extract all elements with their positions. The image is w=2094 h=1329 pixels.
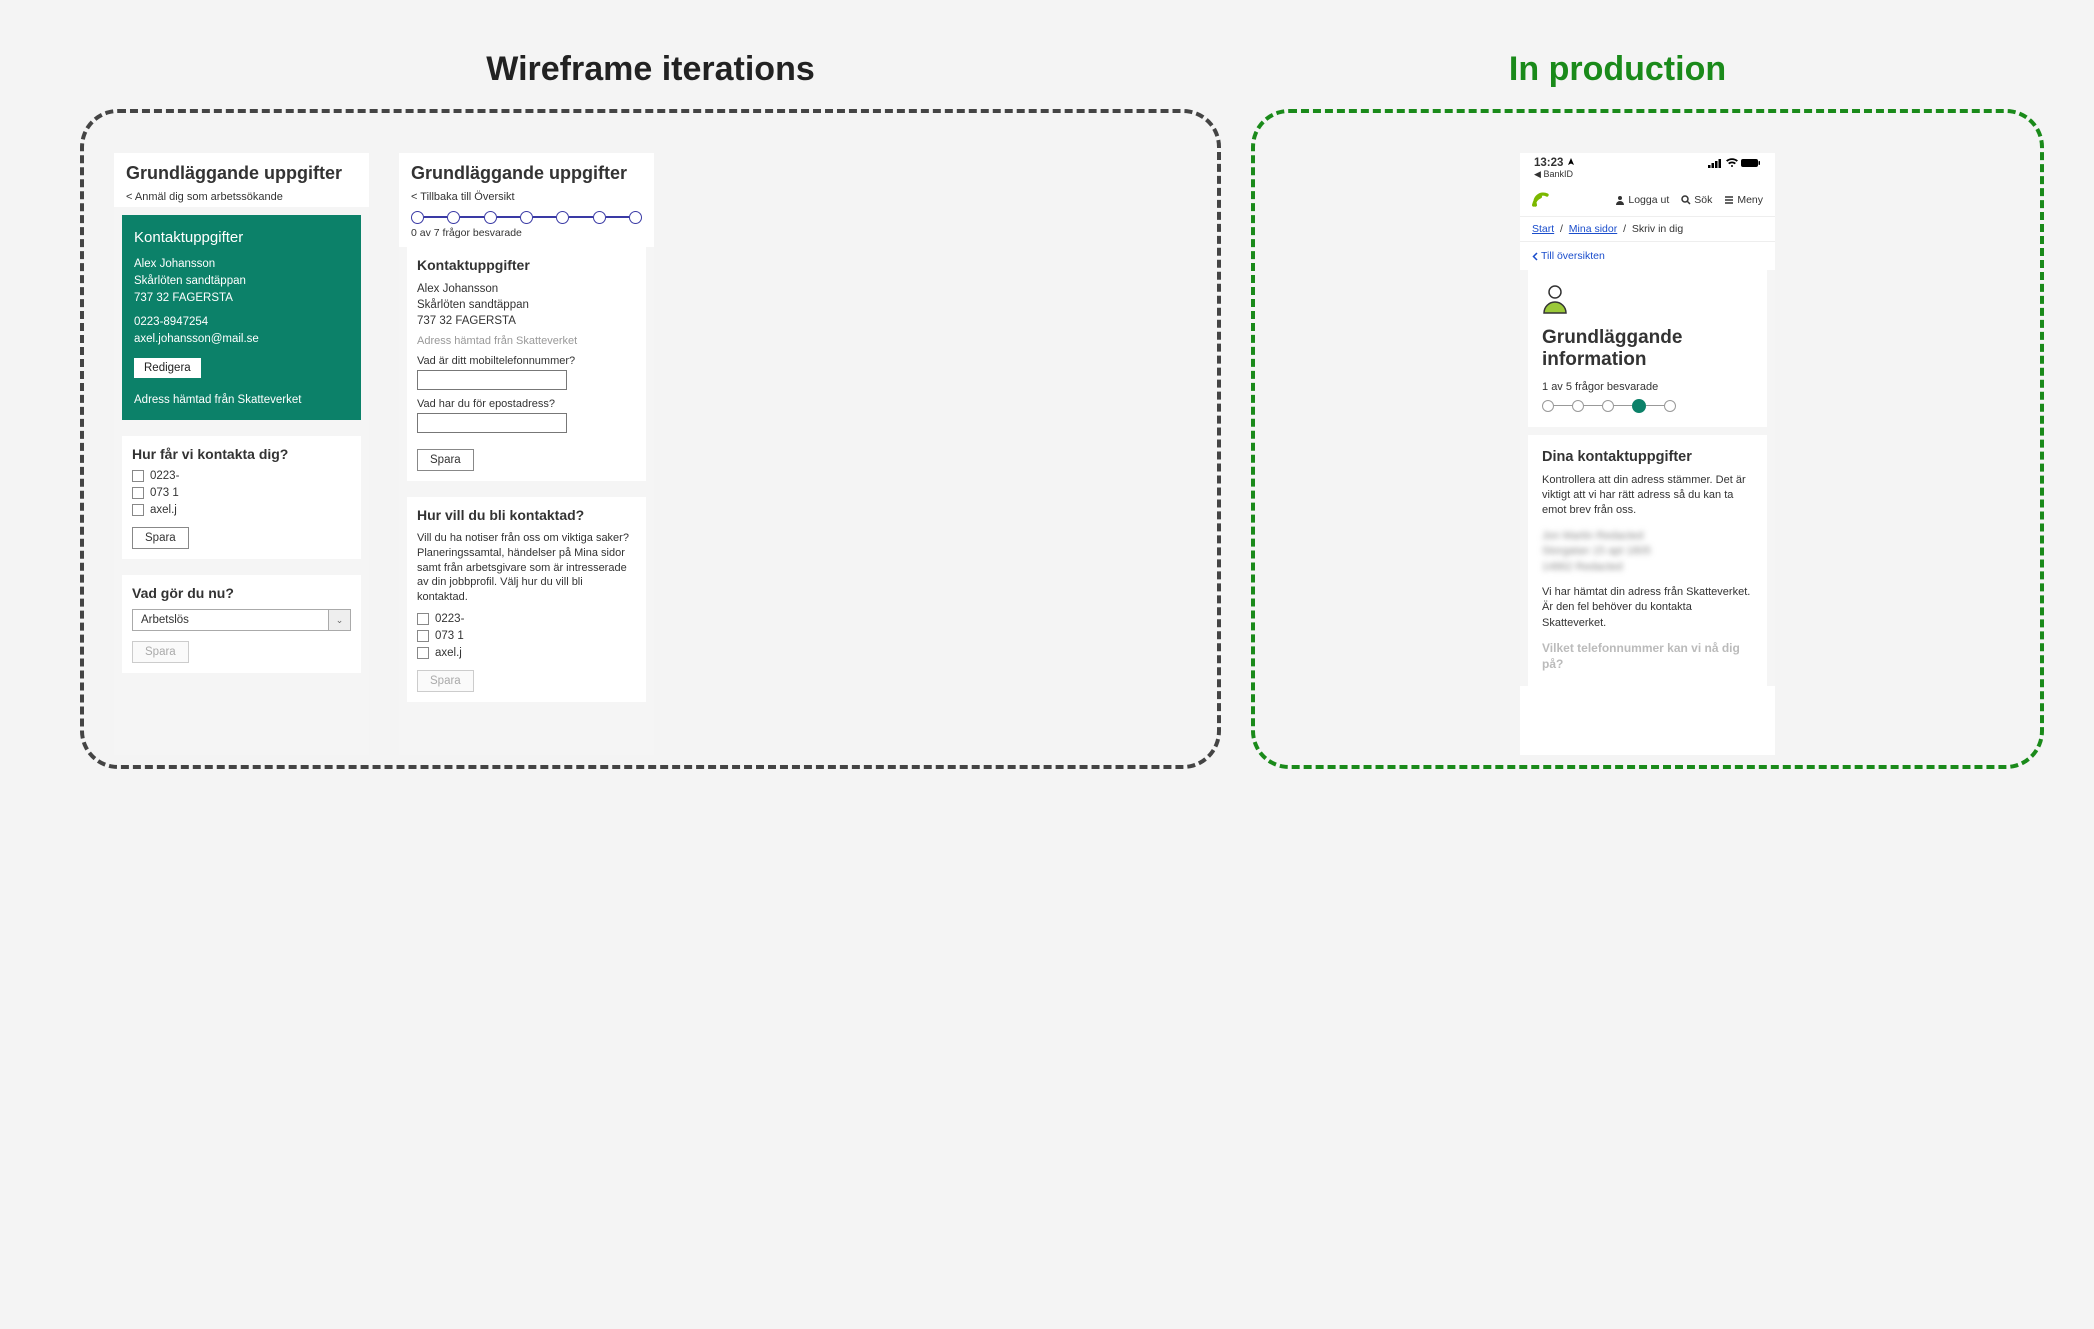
wf2-pref-title: Hur vill du bli kontaktad? — [417, 507, 636, 523]
heading-production: In production — [1221, 50, 2014, 89]
prod-progress — [1542, 399, 1753, 413]
wf2-email-label: Vad har du för epostadress? — [417, 398, 636, 410]
wf1-contact-phone: 0223-8947254 — [134, 314, 349, 331]
wifi-icon — [1725, 158, 1739, 168]
wf1-edit-button[interactable]: Redigera — [134, 358, 201, 378]
wf1-pref-opt2: 073 1 — [150, 487, 179, 499]
wf2-pref-save-button[interactable]: Spara — [417, 670, 474, 692]
prod-phone-question: Vilket telefonnummer kan vi nå dig på? — [1542, 641, 1753, 672]
checkbox-icon[interactable] — [417, 613, 429, 625]
person-icon — [1615, 195, 1625, 205]
crumb-start[interactable]: Start — [1532, 223, 1554, 235]
wf1-contact-postal: 737 32 FAGERSTA — [134, 290, 349, 307]
wf1-contact-card: Kontaktuppgifter Alex Johansson Skårlöte… — [122, 215, 361, 421]
status-time: 13:23 — [1534, 157, 1563, 169]
crumb-current: Skriv in dig — [1632, 223, 1683, 235]
wf1-pref-save-button[interactable]: Spara — [132, 527, 189, 549]
wf1-status-title: Vad gör du nu? — [132, 585, 351, 601]
checkbox-icon[interactable] — [417, 630, 429, 642]
wf2-phone-label: Vad är ditt mobiltelefonnummer? — [417, 355, 636, 367]
wf2-pref-opt3: axel.j — [435, 647, 462, 659]
heading-wireframes: Wireframe iterations — [80, 50, 1221, 89]
battery-icon — [1741, 158, 1761, 168]
wf2-contact-save-button[interactable]: Spara — [417, 449, 474, 471]
wireframes-container: Grundläggande uppgifter < Anmäl dig som … — [80, 109, 1221, 769]
logout-button[interactable]: Logga ut — [1615, 194, 1669, 206]
wf1-pref-opt1: 0223- — [150, 470, 179, 482]
prod-contact-title: Dina kontaktuppgifter — [1542, 449, 1753, 465]
production-phone: 13:23 ◀ BankID Logga ut — [1520, 153, 1775, 755]
wf2-contact-postal: 737 32 FAGERSTA — [417, 313, 636, 329]
prod-blurred-address: Jon Martin Redacted Storgatan 15 apt 180… — [1542, 529, 1753, 575]
wf2-contact-name: Alex Johansson — [417, 281, 636, 297]
wireframe-2: Grundläggande uppgifter < Tillbaka till … — [399, 153, 654, 755]
location-icon — [1567, 158, 1575, 168]
wf1-pref-title: Hur får vi kontakta dig? — [132, 446, 351, 462]
checkbox-icon[interactable] — [132, 470, 144, 482]
prod-page-title: Grundläggande information — [1542, 327, 1753, 371]
search-icon — [1681, 195, 1691, 205]
wf2-progress-caption: 0 av 7 frågor besvarade — [399, 224, 654, 247]
wf2-email-input[interactable] — [417, 413, 567, 433]
logo-icon — [1532, 190, 1552, 210]
wf2-pref-opt2: 073 1 — [435, 630, 464, 642]
production-container: 13:23 ◀ BankID Logga ut — [1251, 109, 2044, 769]
topbar: Logga ut Sök Meny — [1520, 184, 1775, 217]
back-to-overview[interactable]: Till översikten — [1520, 242, 1775, 270]
wf2-phone-input[interactable] — [417, 370, 567, 390]
wf2-title: Grundläggande uppgifter — [411, 163, 642, 185]
search-button[interactable]: Sök — [1681, 194, 1712, 206]
wf1-status-card: Vad gör du nu? Arbetslös ⌄ Spara — [122, 575, 361, 673]
prod-progress-caption: 1 av 5 frågor besvarade — [1542, 381, 1753, 393]
wf2-progress — [399, 207, 654, 224]
menu-button[interactable]: Meny — [1724, 194, 1763, 206]
status-bar: 13:23 — [1520, 153, 1775, 169]
wf1-pref-opt3: axel.j — [150, 504, 177, 516]
wireframe-1: Grundläggande uppgifter < Anmäl dig som … — [114, 153, 369, 755]
wf1-contact-email: axel.johansson@mail.se — [134, 331, 349, 348]
wf2-contact-street: Skårlöten sandtäppan — [417, 297, 636, 313]
wf1-address-note: Adress hämtad från Skatteverket — [134, 392, 349, 409]
status-app-back[interactable]: ◀ BankID — [1520, 169, 1775, 184]
wf2-contact-card: Kontaktuppgifter Alex Johansson Skårlöte… — [407, 247, 646, 481]
chevron-left-icon — [1532, 252, 1538, 261]
wf1-contact-title: Kontaktuppgifter — [134, 227, 349, 249]
breadcrumb: Start / Mina sidor / Skriv in dig — [1520, 217, 1775, 242]
prod-contact-intro: Kontrollera att din adress stämmer. Det … — [1542, 473, 1753, 519]
wf2-pref-card: Hur vill du bli kontaktad? Vill du ha no… — [407, 497, 646, 702]
wf2-back-link[interactable]: < Tillbaka till Översikt — [411, 191, 642, 203]
wf1-status-select[interactable]: Arbetslös ⌄ — [132, 609, 351, 631]
prod-address-note: Vi har hämtat din adress från Skatteverk… — [1542, 585, 1753, 631]
checkbox-icon[interactable] — [132, 487, 144, 499]
wf2-pref-intro: Vill du ha notiser från oss om viktiga s… — [417, 531, 636, 605]
wf2-contact-title: Kontaktuppgifter — [417, 257, 636, 273]
crumb-mina-sidor[interactable]: Mina sidor — [1569, 223, 1617, 235]
prod-title-card: Grundläggande information 1 av 5 frågor … — [1528, 270, 1767, 427]
wf1-contact-name: Alex Johansson — [134, 256, 349, 273]
person-outline-icon — [1542, 284, 1568, 314]
checkbox-icon[interactable] — [417, 647, 429, 659]
wf1-contact-pref-card: Hur får vi kontakta dig? 0223- 073 1 axe… — [122, 436, 361, 559]
wf2-pref-opt1: 0223- — [435, 613, 464, 625]
wf1-back-link[interactable]: < Anmäl dig som arbetssökande — [126, 191, 357, 203]
menu-icon — [1724, 195, 1734, 205]
checkbox-icon[interactable] — [132, 504, 144, 516]
wf2-address-note: Adress hämtad från Skatteverket — [417, 335, 636, 347]
wf1-status-save-button[interactable]: Spara — [132, 641, 189, 663]
wf1-contact-street: Skårlöten sandtäppan — [134, 273, 349, 290]
wf1-status-selected: Arbetslös — [132, 609, 329, 631]
chevron-down-icon: ⌄ — [329, 609, 351, 631]
signal-icon — [1708, 158, 1723, 168]
wf1-title: Grundläggande uppgifter — [126, 163, 357, 185]
prod-contact-card: Dina kontaktuppgifter Kontrollera att di… — [1528, 435, 1767, 687]
